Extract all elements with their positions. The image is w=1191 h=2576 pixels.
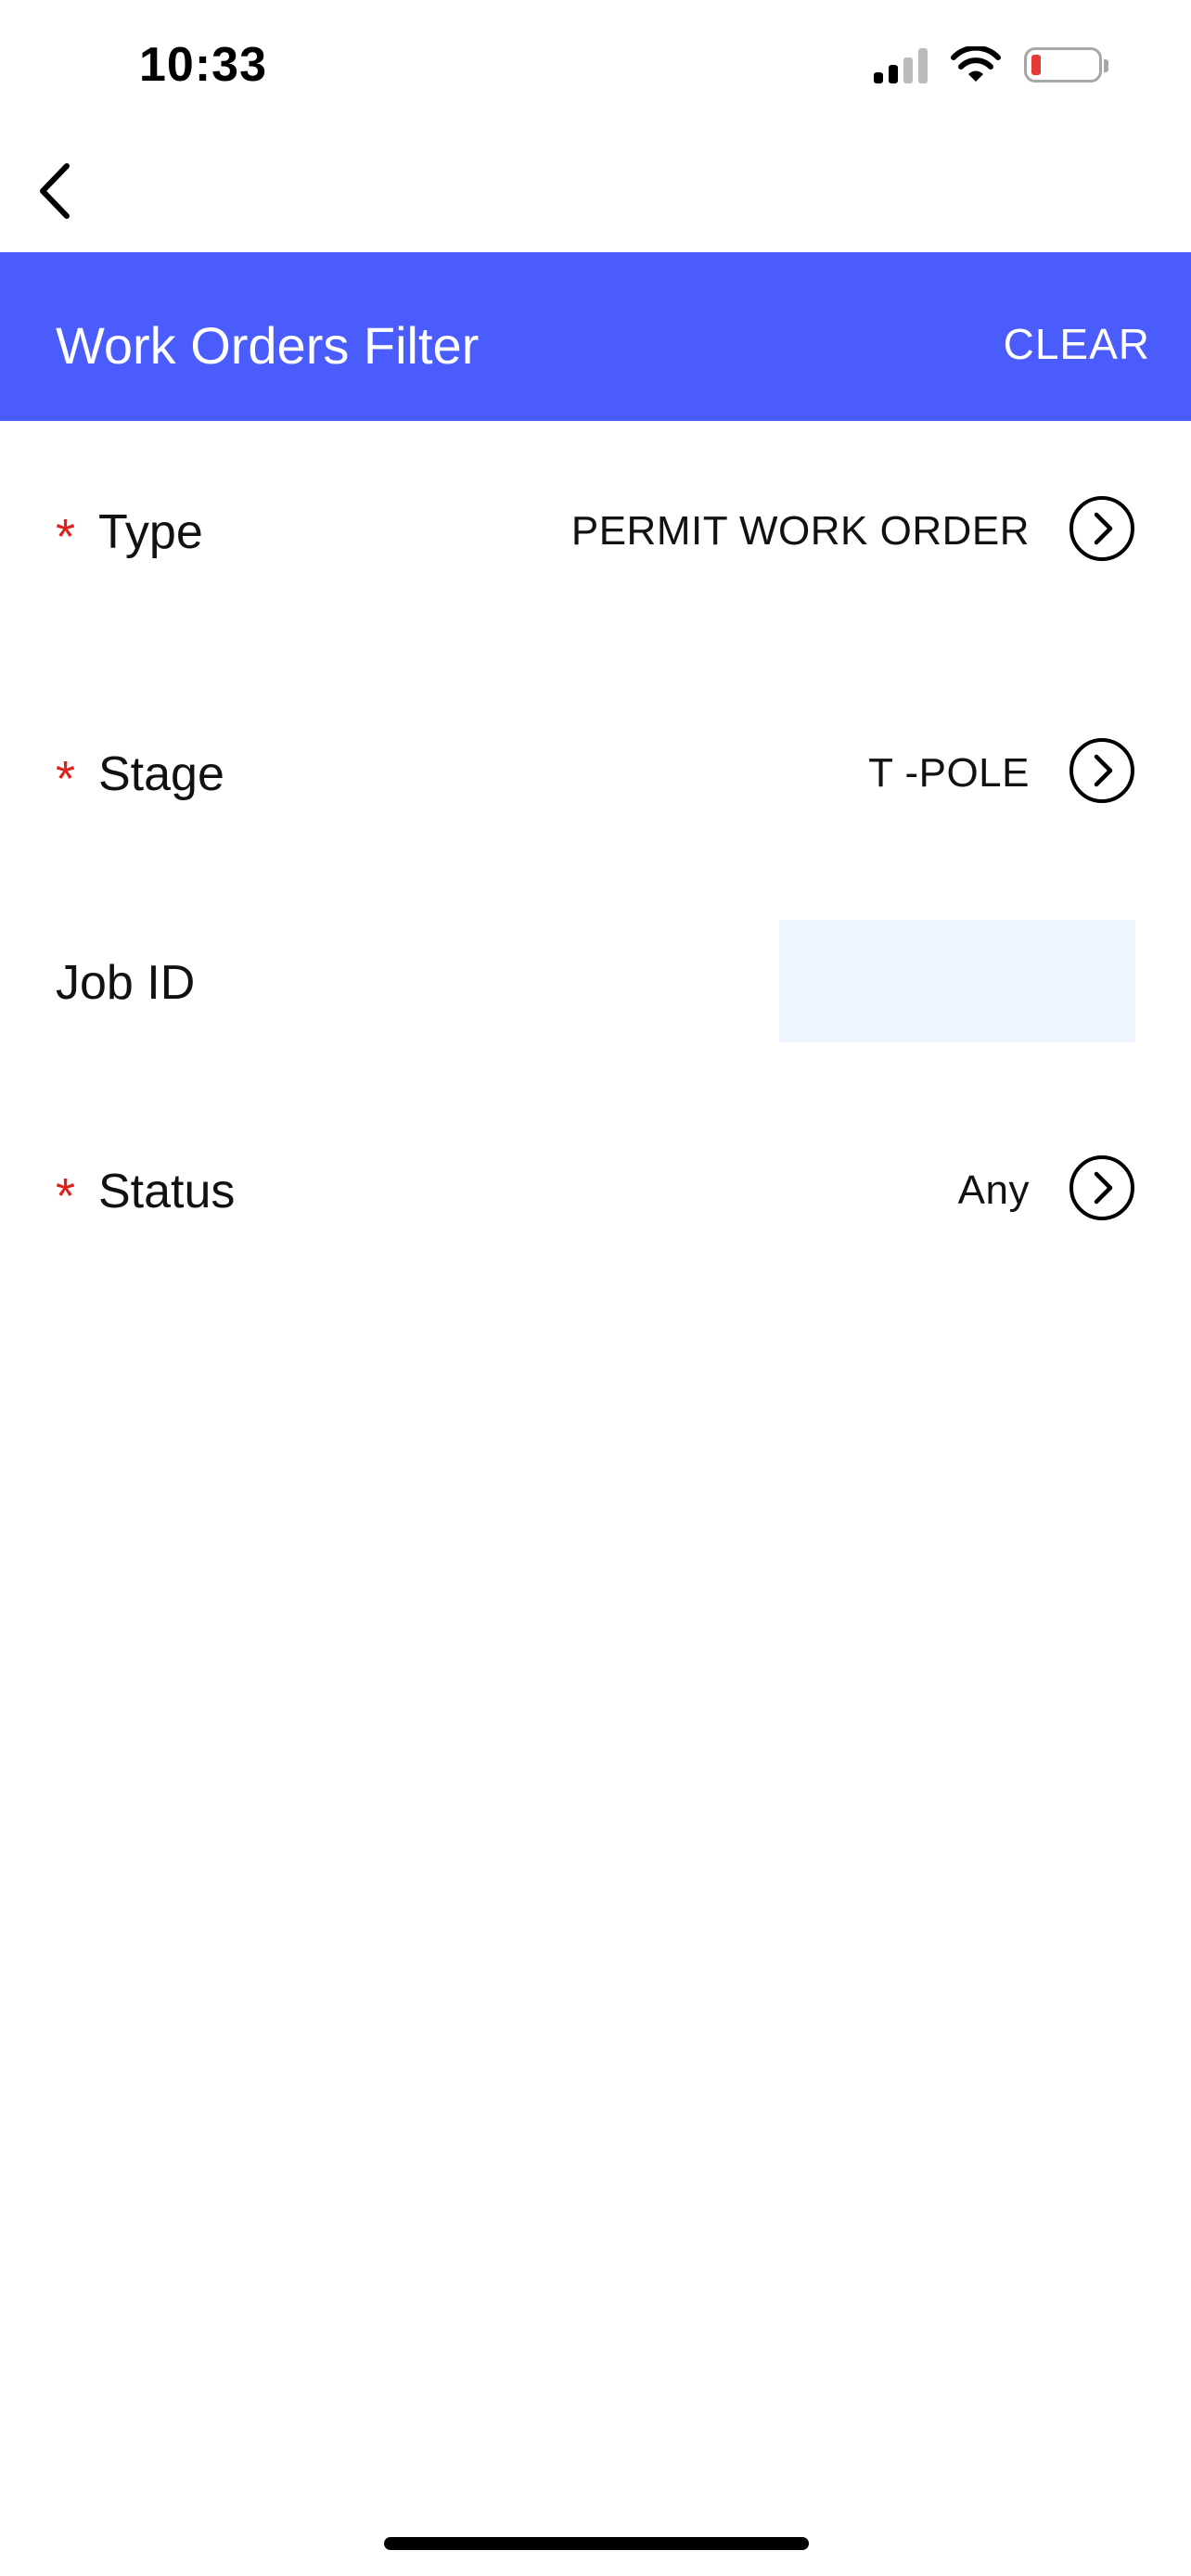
status-value: Any [957,1167,1030,1213]
chevron-right-circle-icon[interactable] [1069,1154,1135,1221]
chevron-right-circle-icon[interactable] [1069,495,1135,562]
job-id-label: Job ID [56,956,196,1010]
job-id-input[interactable] [779,920,1135,1042]
wifi-icon [951,46,1001,82]
filter-header: Work Orders Filter CLEAR [0,252,1191,421]
status-bar: 10:33 [0,0,1191,139]
clear-button[interactable]: CLEAR [1004,319,1150,369]
required-marker: * [56,751,76,807]
filter-row-status[interactable]: * Status Any [0,1125,1191,1255]
back-button[interactable] [26,156,82,226]
required-marker: * [56,1168,76,1224]
home-indicator [384,2537,809,2550]
status-label: Status [98,1165,236,1218]
page-title: Work Orders Filter [56,316,480,375]
status-icons [874,46,1108,83]
filter-row-stage[interactable]: * Stage T -POLE [0,708,1191,837]
filter-row-type[interactable]: * Type PERMIT WORK ORDER [0,465,1191,595]
cellular-signal-icon [874,46,928,83]
stage-value: T -POLE [868,750,1030,796]
type-label: Type [98,505,203,559]
status-time: 10:33 [139,38,267,92]
required-marker: * [56,509,76,565]
type-value: PERMIT WORK ORDER [570,508,1030,554]
chevron-left-icon [40,163,70,219]
stage-label: Stage [98,747,224,801]
battery-low-icon [1024,47,1108,83]
chevron-right-circle-icon[interactable] [1069,737,1135,804]
battery-level [1031,55,1041,75]
